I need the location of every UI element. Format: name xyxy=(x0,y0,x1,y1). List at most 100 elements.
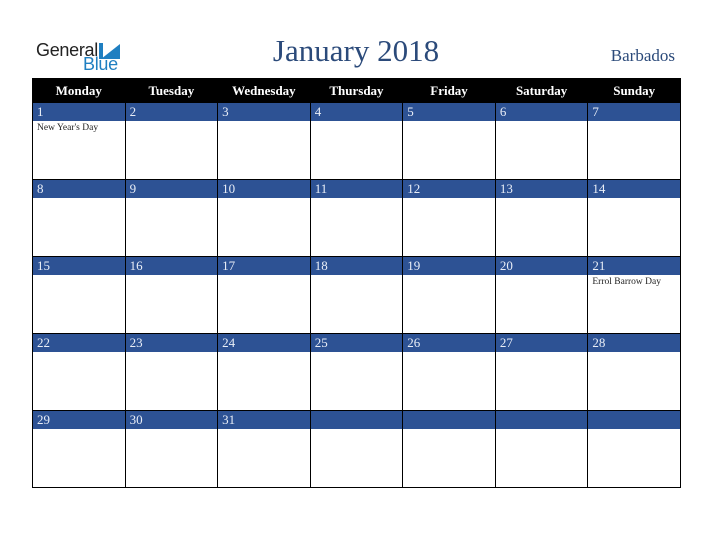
day-number: 16 xyxy=(125,257,218,275)
day-cell[interactable]: 10 xyxy=(217,179,311,257)
day-cell[interactable] xyxy=(402,410,496,488)
day-cell[interactable]: 20 xyxy=(494,256,589,334)
day-cell[interactable]: 16 xyxy=(124,256,219,334)
day-number: 17 xyxy=(218,257,310,275)
day-number: 3 xyxy=(218,103,310,121)
day-cell[interactable]: 1 New Year's Day xyxy=(32,102,126,180)
day-cell[interactable]: 4 xyxy=(309,102,404,180)
holiday-label xyxy=(33,352,125,354)
calendar-grid: Monday Tuesday Wednesday Thursday Friday Satu… xyxy=(32,78,681,488)
day-cell[interactable]: 15 xyxy=(32,256,126,334)
day-cell[interactable]: 30 xyxy=(124,410,219,488)
day-cell[interactable] xyxy=(494,410,589,488)
day-number: 23 xyxy=(125,334,218,352)
country-label: Barbados xyxy=(610,46,675,65)
day-cell[interactable]: 11 xyxy=(309,179,404,257)
day-cell[interactable]: 29 xyxy=(32,410,126,488)
holiday-label xyxy=(403,275,495,277)
day-cell[interactable]: 3 xyxy=(217,102,311,180)
holiday-label xyxy=(218,121,310,123)
holiday-label xyxy=(126,429,218,431)
day-cell[interactable]: 26 xyxy=(402,333,496,411)
weekday-header-saturday: Saturday xyxy=(494,78,589,103)
weekday-header-sunday: Sunday xyxy=(587,78,681,103)
holiday-label xyxy=(496,352,588,354)
day-cell[interactable]: 14 xyxy=(587,179,681,257)
day-cell[interactable]: 18 xyxy=(309,256,404,334)
holiday-label xyxy=(311,198,403,200)
day-number: 13 xyxy=(495,180,588,198)
day-number: 12 xyxy=(403,180,495,198)
holiday-label xyxy=(496,275,588,277)
day-number xyxy=(310,411,403,429)
day-cell[interactable]: 31 xyxy=(217,410,311,488)
day-cell[interactable]: 27 xyxy=(494,333,589,411)
holiday-label xyxy=(496,121,588,123)
holiday-label xyxy=(588,352,680,354)
day-number xyxy=(403,411,495,429)
holiday-label xyxy=(311,352,403,354)
day-number xyxy=(588,411,680,429)
day-number: 24 xyxy=(218,334,310,352)
day-number: 25 xyxy=(310,334,403,352)
holiday-label xyxy=(126,352,218,354)
day-cell[interactable]: 6 xyxy=(494,102,589,180)
day-cell[interactable] xyxy=(587,410,681,488)
day-number: 19 xyxy=(403,257,495,275)
day-cell[interactable]: 28 xyxy=(587,333,681,411)
day-number: 14 xyxy=(588,180,680,198)
holiday-label xyxy=(588,121,680,123)
holiday-label xyxy=(311,121,403,123)
holiday-label xyxy=(33,429,125,431)
weekday-header-wednesday: Wednesday xyxy=(217,78,311,103)
day-cell[interactable]: 7 xyxy=(587,102,681,180)
holiday-label xyxy=(403,429,495,431)
day-number: 10 xyxy=(218,180,310,198)
day-cell[interactable]: 2 xyxy=(124,102,219,180)
day-number: 2 xyxy=(125,103,218,121)
holiday-label: Errol Barrow Day xyxy=(592,277,661,287)
day-number: 20 xyxy=(495,257,588,275)
day-cell[interactable]: 19 xyxy=(402,256,496,334)
week-row: 22 23 24 25 26 27 28 xyxy=(32,333,681,411)
day-cell[interactable]: 13 xyxy=(494,179,589,257)
day-cell[interactable]: 17 xyxy=(217,256,311,334)
weekday-header-monday: Monday xyxy=(32,78,126,103)
day-cell[interactable]: 23 xyxy=(124,333,219,411)
day-number: 28 xyxy=(588,334,680,352)
holiday-label: New Year's Day xyxy=(37,123,99,133)
day-cell[interactable]: 12 xyxy=(402,179,496,257)
week-row: 1 New Year's Day 2 3 4 5 6 7 xyxy=(32,102,681,180)
day-cell[interactable]: 21 Errol Barrow Day xyxy=(587,256,681,334)
day-number: 15 xyxy=(33,257,125,275)
holiday-label xyxy=(126,121,218,123)
day-cell[interactable]: 9 xyxy=(124,179,219,257)
day-number: 26 xyxy=(403,334,495,352)
day-number: 8 xyxy=(33,180,125,198)
day-number: 22 xyxy=(33,334,125,352)
day-number: 29 xyxy=(33,411,125,429)
day-cell[interactable]: 8 xyxy=(32,179,126,257)
day-cell[interactable] xyxy=(309,410,404,488)
holiday-label xyxy=(403,352,495,354)
weekday-header-tuesday: Tuesday xyxy=(124,78,219,103)
day-number: 6 xyxy=(495,103,588,121)
day-cell[interactable]: 22 xyxy=(32,333,126,411)
day-number: 4 xyxy=(310,103,403,121)
week-row: 15 16 17 18 19 20 21 Errol Barrow Day xyxy=(32,256,681,334)
day-number: 18 xyxy=(310,257,403,275)
day-number: 5 xyxy=(403,103,495,121)
holiday-label xyxy=(33,198,125,200)
day-number: 7 xyxy=(588,103,680,121)
holiday-label xyxy=(126,198,218,200)
holiday-label xyxy=(126,275,218,277)
day-number: 11 xyxy=(310,180,403,198)
day-cell[interactable]: 25 xyxy=(309,333,404,411)
day-cell[interactable]: 24 xyxy=(217,333,311,411)
week-row: 8 9 10 11 12 13 14 xyxy=(32,179,681,257)
day-cell[interactable]: 5 xyxy=(402,102,496,180)
day-number xyxy=(495,411,588,429)
weekday-header-friday: Friday xyxy=(402,78,496,103)
holiday-label xyxy=(311,429,403,431)
holiday-label xyxy=(218,198,310,200)
